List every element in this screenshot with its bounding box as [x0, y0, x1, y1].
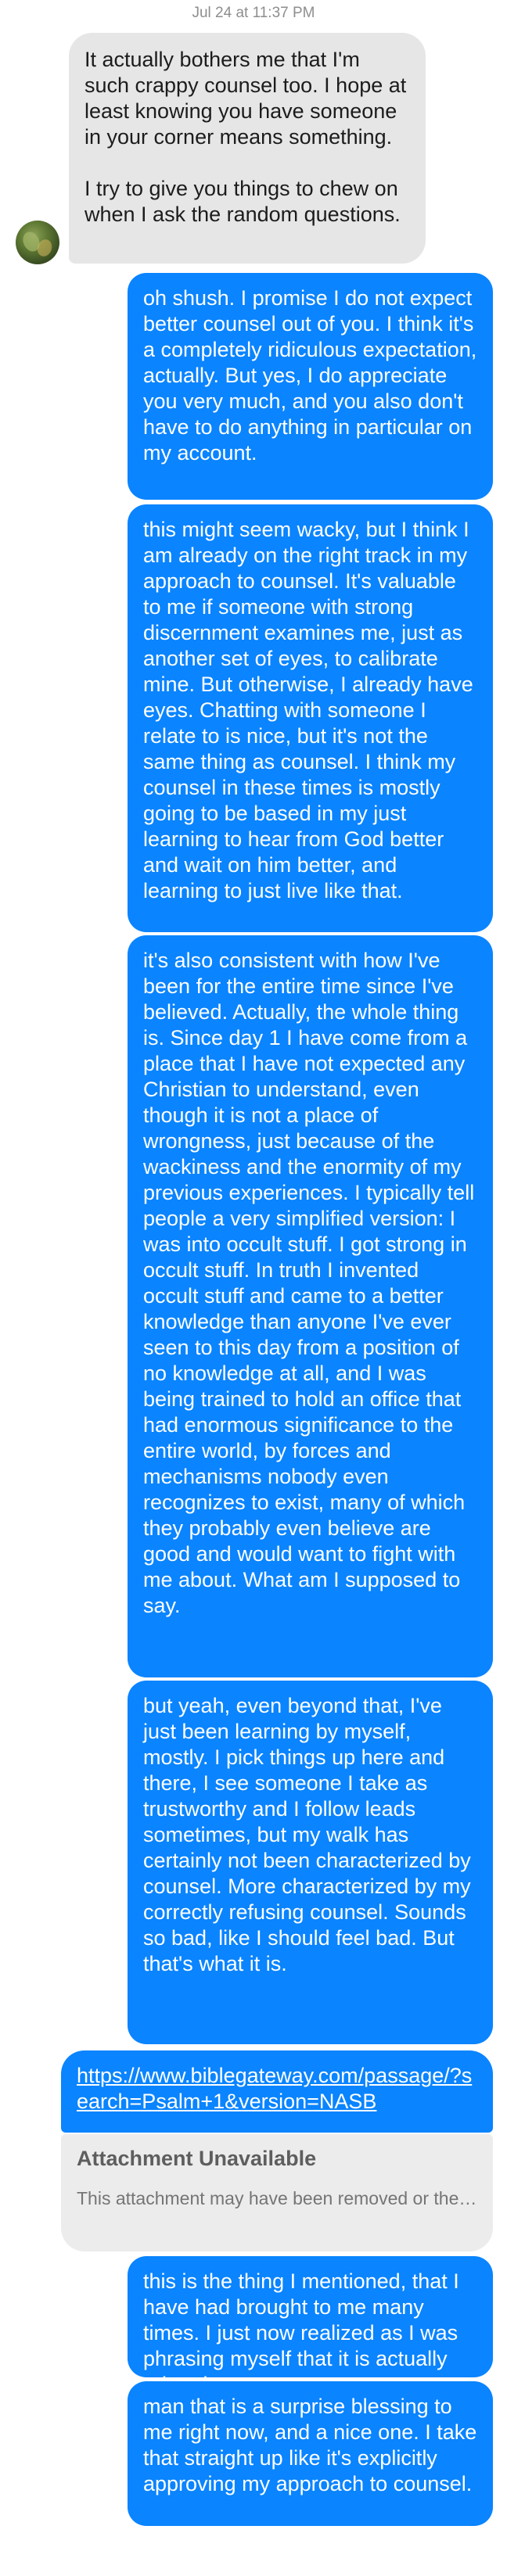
- message-text: man that is a surprise blessing to me ri…: [143, 2395, 477, 2495]
- attachment-description: This attachment may have been removed or…: [77, 2188, 477, 2208]
- received-message-bubble[interactable]: It actually bothers me that I'm such cra…: [69, 33, 426, 264]
- bible-gateway-link[interactable]: https://www.biblegateway.com/passage/?se…: [77, 2064, 472, 2113]
- message-text: it's also consistent with how I've been …: [143, 949, 475, 1617]
- message-text: oh shush. I promise I do not expect bett…: [143, 286, 477, 465]
- sent-message-bubble[interactable]: this is the thing I mentioned, that I ha…: [128, 2256, 493, 2396]
- sent-message-bubble[interactable]: it's also consistent with how I've been …: [128, 935, 493, 1677]
- sent-message-bubble[interactable]: man that is a surprise blessing to me ri…: [128, 2381, 493, 2526]
- sent-message-bubble[interactable]: but yeah, even beyond that, I've just be…: [128, 1681, 493, 2044]
- attachment-unavailable-card[interactable]: Attachment Unavailable This attachment m…: [61, 2134, 493, 2251]
- message-text: this might seem wacky, but I think I am …: [143, 518, 473, 902]
- contact-avatar[interactable]: [16, 221, 59, 264]
- sent-message-bubble[interactable]: this might seem wacky, but I think I am …: [128, 504, 493, 932]
- message-timestamp: Jul 24 at 11:37 PM: [192, 5, 315, 21]
- link-message-bubble[interactable]: https://www.biblegateway.com/passage/?se…: [61, 2050, 493, 2133]
- attachment-title: Attachment Unavailable: [77, 2147, 317, 2170]
- sent-message-bubble[interactable]: oh shush. I promise I do not expect bett…: [128, 273, 493, 500]
- message-text: It actually bothers me that I'm such cra…: [84, 48, 407, 226]
- message-text: but yeah, even beyond that, I've just be…: [143, 1694, 471, 1975]
- message-text: this is the thing I mentioned, that I ha…: [143, 2269, 459, 2396]
